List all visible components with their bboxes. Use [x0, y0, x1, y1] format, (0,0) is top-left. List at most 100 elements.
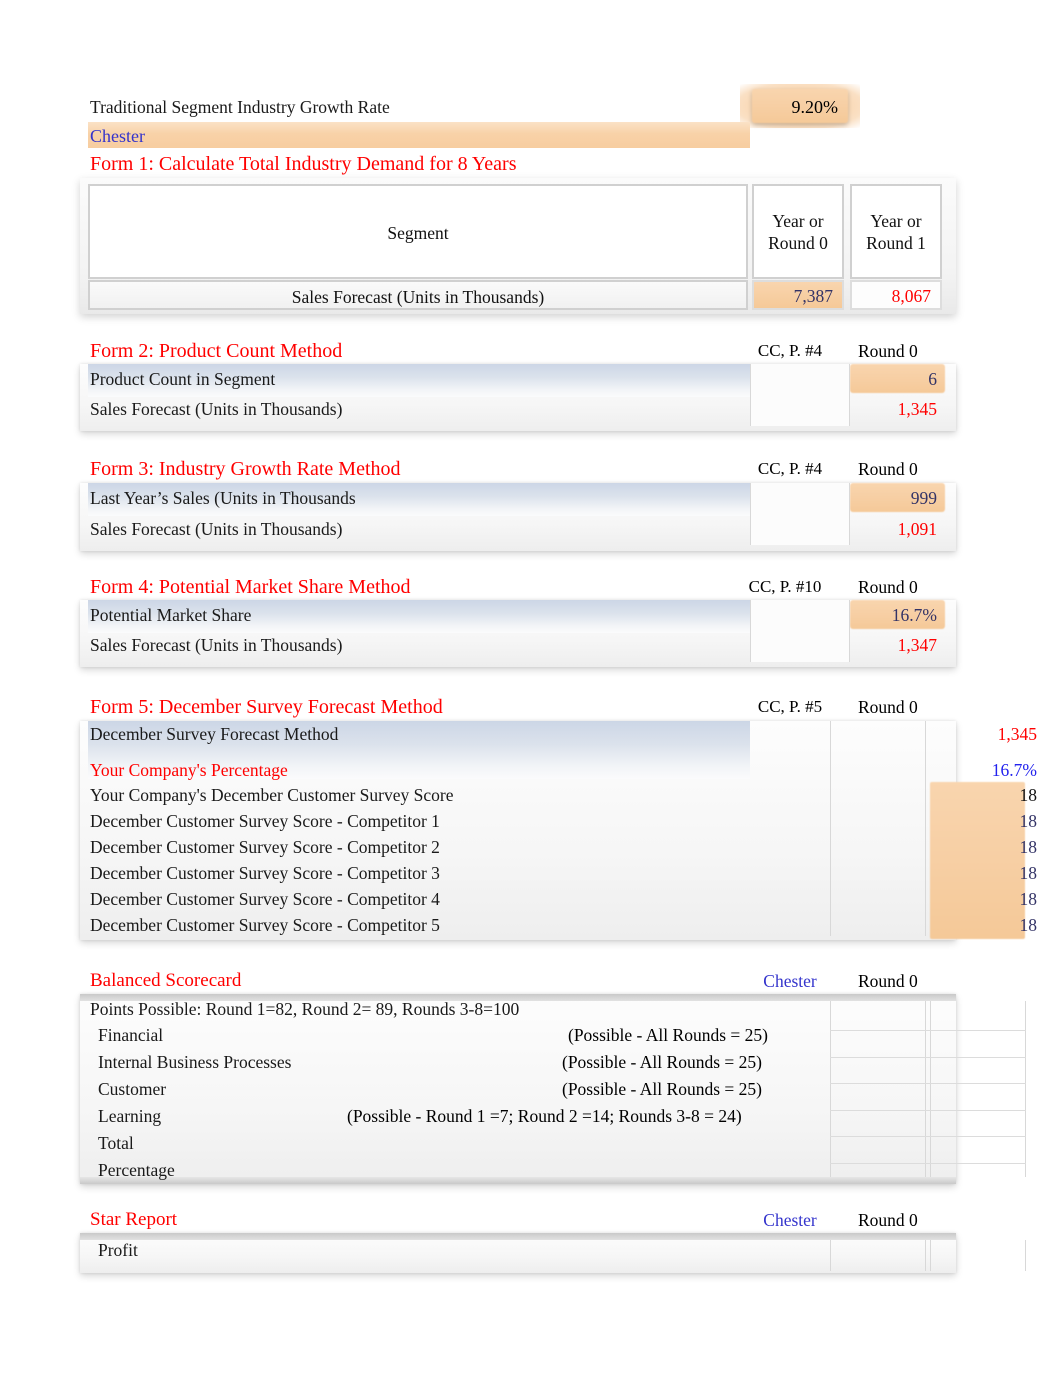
scorecard-row-1: Internal Business Processes (Possible - …	[80, 1049, 956, 1076]
form1-round0-header-line1: Year or	[772, 211, 824, 231]
form2-ref: CC, P. #4	[757, 341, 823, 360]
form4-row-1-value: 1,347	[897, 635, 937, 655]
form5-score-row-2: December Customer Survey Score - Competi…	[80, 834, 1037, 860]
form2-panel: Product Count in Segment 6 Sales Forecas…	[80, 364, 956, 431]
form5-forecast-value: 1,345	[997, 724, 1037, 744]
scorecard-company[interactable]: Chester	[740, 968, 840, 994]
form5-row-forecast: December Survey Forecast Method 1,345	[80, 721, 1037, 748]
form4-row-0: Potential Market Share 16.7%	[80, 600, 956, 630]
form1-round0-header-line2: Round 0	[768, 233, 828, 253]
form5-score-row-4: December Customer Survey Score - Competi…	[80, 886, 1037, 912]
form5-row-percentage: Your Company's Percentage 16.7%	[80, 748, 1037, 782]
form5-score-1-value[interactable]: 18	[950, 808, 1045, 834]
company-bar: Chester	[80, 122, 956, 148]
form1-round1-value: 8,067	[891, 286, 931, 306]
scorecard-points-possible: Points Possible: Round 1=82, Round 2= 89…	[90, 999, 520, 1019]
worksheet-page: Traditional Segment Industry Growth Rate…	[0, 0, 1062, 1377]
form2-title: Form 2: Product Count Method	[90, 340, 343, 362]
form2-row-1-label: Sales Forecast (Units in Thousands)	[90, 399, 343, 419]
form3-ref: CC, P. #4	[757, 459, 823, 478]
scorecard-row-0-note: (Possible - All Rounds = 25)	[568, 1025, 768, 1045]
form5-forecast-label: December Survey Forecast Method	[90, 724, 339, 744]
form5-score-5-value[interactable]: 18	[950, 912, 1045, 938]
form3-title-row: Form 3: Industry Growth Rate Method CC, …	[80, 456, 956, 482]
form5-score-2-label: December Customer Survey Score - Competi…	[90, 837, 440, 857]
scorecard-row-3-note: (Possible - Round 1 =7; Round 2 =14; Rou…	[347, 1106, 742, 1126]
form5-title: Form 5: December Survey Forecast Method	[90, 696, 443, 718]
form3-round-label: Round 0	[858, 459, 918, 479]
form1-round1-header-line2: Round 1	[866, 233, 926, 253]
form5-score-row-0: Your Company's December Customer Survey …	[80, 782, 1037, 808]
form2-row-0-label: Product Count in Segment	[90, 369, 276, 389]
form3-row-1: Sales Forecast (Units in Thousands) 1,09…	[80, 514, 956, 545]
scorecard-title: Balanced Scorecard	[90, 970, 242, 991]
form4-title: Form 4: Potential Market Share Method	[90, 576, 411, 598]
scorecard-row-2-note: (Possible - All Rounds = 25)	[562, 1079, 762, 1099]
scorecard-row-3: Learning (Possible - Round 1 =7; Round 2…	[80, 1103, 956, 1130]
star-report-round-label: Round 0	[858, 1210, 918, 1230]
form4-title-row: Form 4: Potential Market Share Method CC…	[80, 574, 956, 600]
form1-round1-header-cell: Year or Round 1	[850, 184, 942, 279]
form1-segment-header-label: Segment	[387, 223, 449, 243]
form2-row-0: Product Count in Segment 6	[80, 364, 956, 394]
form2-row-1: Sales Forecast (Units in Thousands) 1,34…	[80, 394, 956, 424]
form5-ref: CC, P. #5	[757, 697, 823, 716]
form5-score-3-value[interactable]: 18	[950, 860, 1045, 886]
form3-row-0-value[interactable]: 999	[850, 483, 945, 514]
form1-round1-value-cell: 8,067	[850, 280, 942, 310]
scorecard-row-2: Customer (Possible - All Rounds = 25)	[80, 1076, 956, 1103]
form1-data-label: Sales Forecast (Units in Thousands)	[291, 287, 545, 307]
star-report-company[interactable]: Chester	[740, 1207, 840, 1233]
form5-score-0-label: Your Company's December Customer Survey …	[90, 785, 454, 805]
form1-title: Form 1: Calculate Total Industry Demand …	[90, 153, 517, 175]
form4-row-0-value[interactable]: 16.7%	[850, 600, 945, 630]
growth-rate-label: Traditional Segment Industry Growth Rate	[90, 97, 390, 117]
form5-score-4-value[interactable]: 18	[950, 886, 1045, 912]
growth-rate-value[interactable]: 9.20%	[750, 93, 850, 121]
form2-row-1-value: 1,345	[897, 399, 937, 419]
form3-row-1-value: 1,091	[897, 519, 937, 539]
scorecard-round-label: Round 0	[858, 971, 918, 991]
form4-round-label: Round 0	[858, 577, 918, 597]
form1-data-label-cell: Sales Forecast (Units in Thousands)	[88, 280, 748, 310]
scorecard-panel: Points Possible: Round 1=82, Round 2= 89…	[80, 994, 1026, 1184]
form2-row-0-value[interactable]: 6	[850, 364, 945, 394]
form1-round0-value-cell[interactable]: 7,387	[752, 280, 844, 310]
form4-ref: CC, P. #10	[748, 577, 822, 596]
form4-row-0-label: Potential Market Share	[90, 605, 252, 625]
scorecard-points-possible-row: Points Possible: Round 1=82, Round 2= 89…	[80, 994, 956, 1022]
star-report-row-0-label: Profit	[98, 1240, 138, 1260]
star-report-title: Star Report	[90, 1209, 178, 1230]
form1-title-row: Form 1: Calculate Total Industry Demand …	[80, 150, 956, 178]
form5-score-row-1: December Customer Survey Score - Competi…	[80, 808, 1037, 834]
star-report-title-row: Star Report Chester Round 0	[80, 1207, 956, 1233]
scorecard-row-4: Total	[80, 1130, 956, 1157]
form1-segment-header-cell: Segment	[88, 184, 748, 279]
form5-score-4-label: December Customer Survey Score - Competi…	[90, 889, 440, 909]
scorecard-row-3-label: Learning	[98, 1106, 162, 1126]
company-name[interactable]: Chester	[90, 124, 145, 148]
form3-row-0-label: Last Year’s Sales (Units in Thousands	[90, 488, 356, 508]
form5-panel: December Survey Forecast Method 1,345 Yo…	[80, 721, 1037, 940]
form5-round-label: Round 0	[858, 697, 918, 717]
form5-score-2-value[interactable]: 18	[950, 834, 1045, 860]
star-report-row-0: Profit	[80, 1233, 956, 1263]
form2-title-row: Form 2: Product Count Method CC, P. #4 R…	[80, 338, 956, 364]
growth-rate-row: Traditional Segment Industry Growth Rate…	[80, 84, 956, 128]
form3-row-0: Last Year’s Sales (Units in Thousands 99…	[80, 483, 956, 514]
form5-score-0-value[interactable]: 18	[950, 782, 1045, 808]
scorecard-row-1-label: Internal Business Processes	[98, 1052, 292, 1072]
form5-score-5-label: December Customer Survey Score - Competi…	[90, 915, 440, 935]
form1-round1-header-line1: Year or	[870, 211, 922, 231]
form4-panel: Potential Market Share 16.7% Sales Forec…	[80, 600, 956, 667]
form4-row-1-label: Sales Forecast (Units in Thousands)	[90, 635, 343, 655]
scorecard-title-row: Balanced Scorecard Chester Round 0	[80, 968, 956, 994]
form5-score-row-5: December Customer Survey Score - Competi…	[80, 912, 1037, 938]
form1-round0-header-cell: Year or Round 0	[752, 184, 844, 279]
form5-title-row: Form 5: December Survey Forecast Method …	[80, 694, 956, 720]
scorecard-row-2-label: Customer	[98, 1079, 167, 1099]
form4-row-1: Sales Forecast (Units in Thousands) 1,34…	[80, 630, 956, 660]
scorecard-row-5: Percentage	[80, 1157, 956, 1184]
form5-score-1-label: December Customer Survey Score - Competi…	[90, 811, 440, 831]
star-report-panel: Profit	[80, 1233, 1026, 1273]
